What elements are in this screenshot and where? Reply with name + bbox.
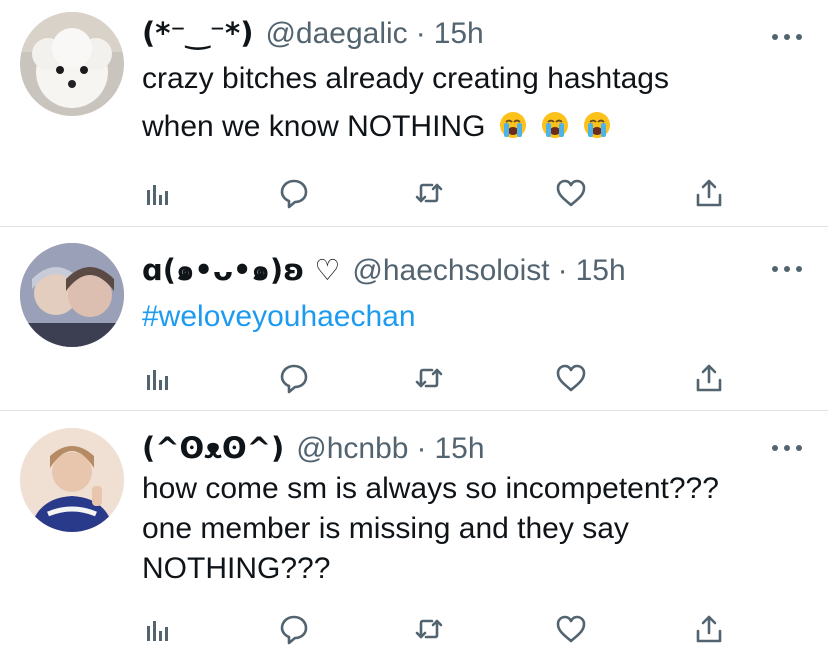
display-name[interactable]: (*⁻‿⁻*) [142, 16, 253, 50]
like-icon[interactable] [555, 613, 587, 645]
retweet-icon[interactable] [413, 177, 445, 209]
separator-dot: · [415, 17, 426, 50]
tweet-text-line: NOTHING??? [142, 552, 331, 585]
hashtag-link[interactable]: #weloveyouhaechan [142, 300, 416, 333]
share-icon[interactable] [693, 362, 725, 394]
avatar[interactable] [20, 12, 124, 116]
username[interactable]: @haechsoloist [352, 254, 549, 288]
analytics-icon[interactable] [142, 613, 174, 645]
avatar[interactable] [20, 428, 124, 532]
person-peace-sign-avatar-image [20, 428, 124, 532]
loudly-crying-face-icon [499, 112, 526, 138]
avatar[interactable] [20, 243, 124, 347]
username[interactable]: @daegalic [265, 17, 407, 51]
share-icon[interactable] [693, 177, 725, 209]
tweet-header: ɑ(๑•ᴗ•๑)ʚ ♡ @haechsoloist · 15h [142, 247, 626, 287]
loudly-crying-face-icon [584, 112, 611, 138]
tweet-header: (^ʘᴥʘ^) @hcnbb · 15h [142, 431, 485, 471]
like-icon[interactable] [555, 362, 587, 394]
tweet-actions [142, 613, 742, 645]
display-name[interactable]: (^ʘᴥʘ^) [142, 431, 284, 466]
tweet-3[interactable]: (^ʘᴥʘ^) @hcnbb · 15h how come sm is alwa… [0, 411, 828, 656]
tweet-text-segment: when we know NOTHING [142, 110, 486, 143]
timestamp[interactable]: 15h [434, 17, 484, 51]
tweet-text-line: crazy bitches already creating hashtags [142, 62, 669, 95]
reply-icon[interactable] [278, 613, 310, 645]
loudly-crying-face-icon [542, 112, 569, 138]
tweet-2[interactable]: ɑ(๑•ᴗ•๑)ʚ ♡ @haechsoloist · 15h #welovey… [0, 227, 828, 410]
more-options-icon[interactable] [772, 32, 802, 42]
reply-icon[interactable] [278, 177, 310, 209]
white-poodle-avatar-image [20, 12, 124, 116]
tweet-1[interactable]: (*⁻‿⁻*) @daegalic · 15h crazy bitches al… [0, 0, 828, 226]
two-people-selfie-avatar-image [20, 243, 124, 347]
tweet-text-line: one member is missing and they say [142, 512, 629, 545]
tweet-text: crazy bitches already creating hashtags … [142, 57, 812, 149]
reply-icon[interactable] [278, 362, 310, 394]
timestamp[interactable]: 15h [576, 254, 626, 288]
separator-dot: · [416, 432, 427, 465]
tweet-actions [142, 177, 742, 209]
timestamp[interactable]: 15h [434, 432, 484, 466]
more-options-icon[interactable] [772, 264, 802, 274]
tweet-header: (*⁻‿⁻*) @daegalic · 15h [142, 16, 484, 56]
retweet-icon[interactable] [413, 613, 445, 645]
tweet-text-line: how come sm is always so incompetent??? [142, 472, 719, 505]
retweet-icon[interactable] [413, 362, 445, 394]
more-options-icon[interactable] [772, 443, 802, 453]
analytics-icon[interactable] [142, 177, 174, 209]
tweet-text-line: when we know NOTHING [142, 105, 812, 149]
tweet-text: #weloveyouhaechan [142, 295, 812, 339]
display-name[interactable]: ɑ(๑•ᴗ•๑)ʚ ♡ [142, 247, 340, 293]
analytics-icon[interactable] [142, 362, 174, 394]
tweet-actions [142, 362, 742, 394]
tweet-text: how come sm is always so incompetent??? … [142, 469, 812, 589]
username[interactable]: @hcnbb [296, 432, 408, 466]
share-icon[interactable] [693, 613, 725, 645]
separator-dot: · [557, 254, 568, 287]
like-icon[interactable] [555, 177, 587, 209]
